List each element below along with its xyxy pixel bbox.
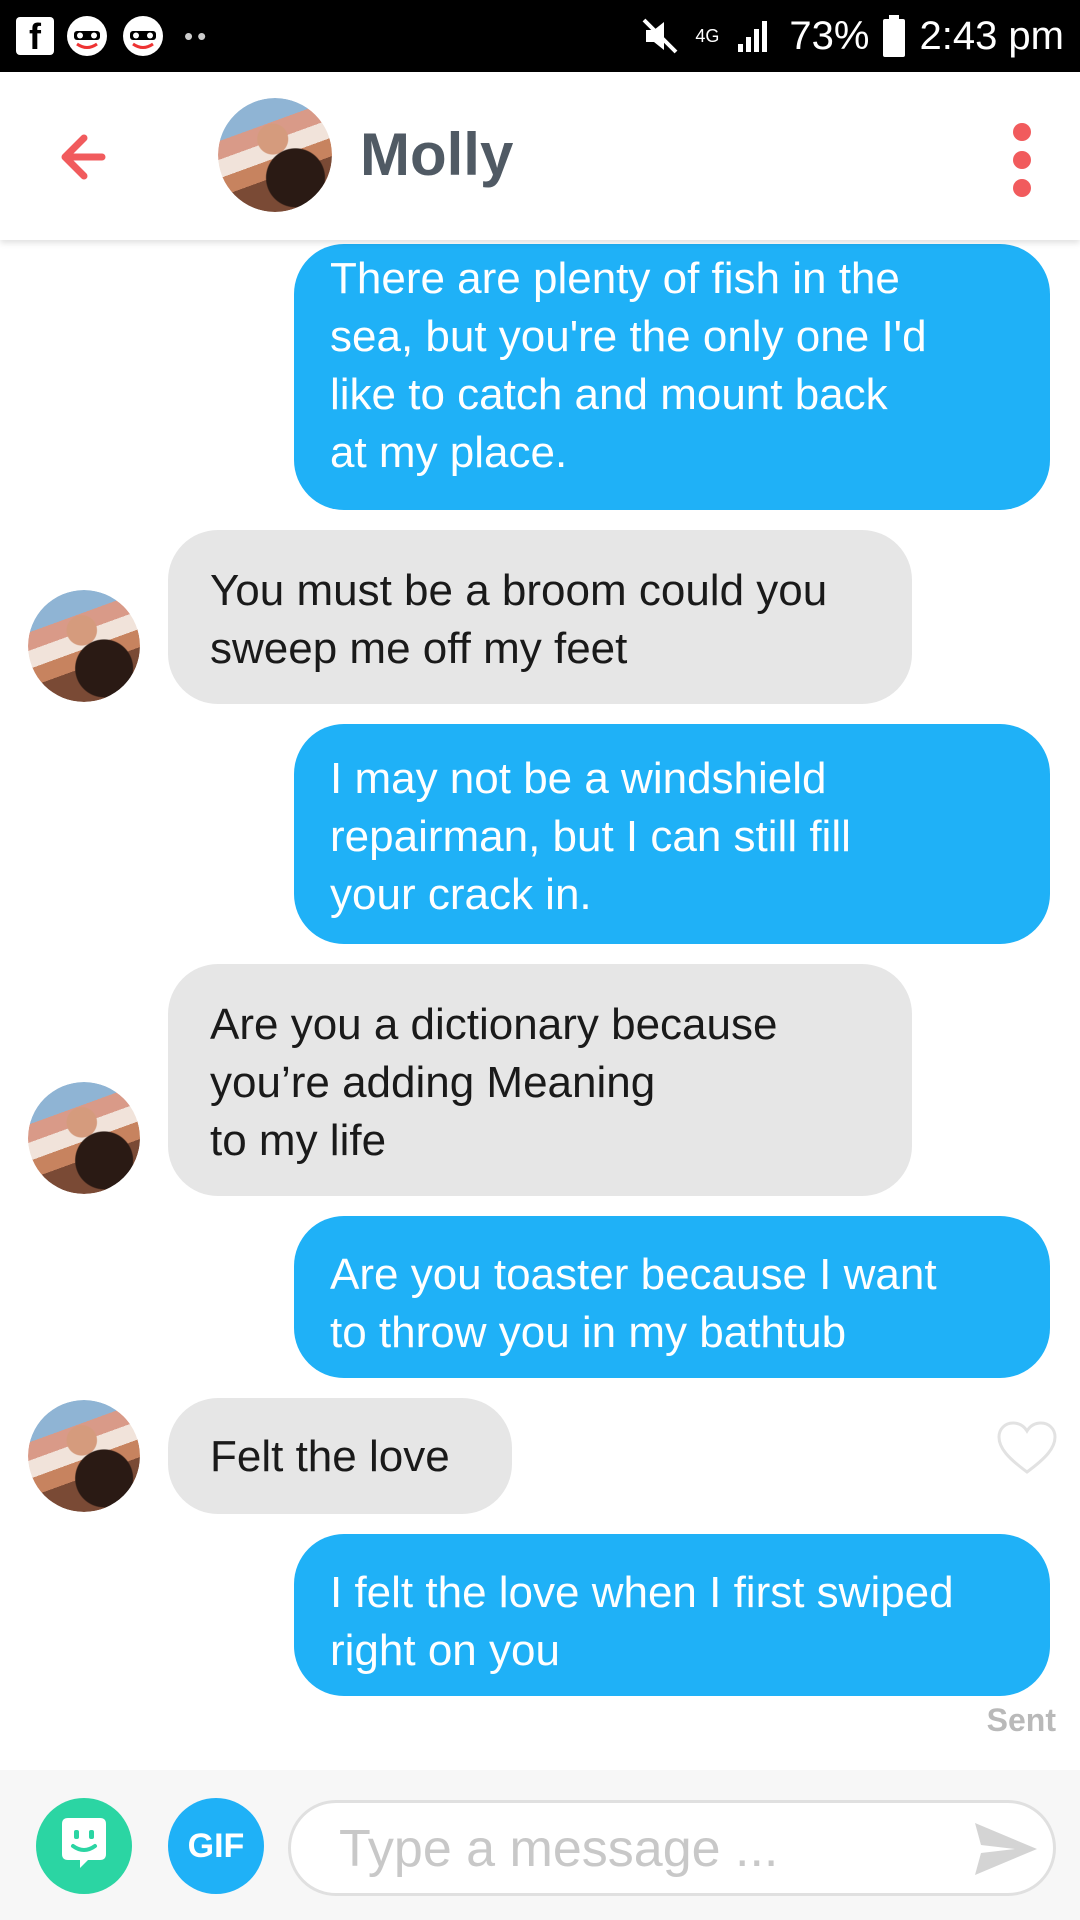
app-icon — [64, 13, 110, 59]
status-bar: f •• 4G 73% 2:43 pm — [0, 0, 1080, 72]
mute-icon — [637, 13, 683, 59]
app-icon — [120, 13, 166, 59]
clock: 2:43 pm — [919, 13, 1064, 58]
outgoing-message[interactable]: Are you toaster because I want to throw … — [294, 1216, 1050, 1378]
message-composer: GIF — [0, 1770, 1080, 1920]
match-name[interactable]: Molly — [360, 120, 513, 189]
incoming-message[interactable]: Are you a dictionary because you’re addi… — [168, 964, 912, 1196]
heart-icon[interactable] — [996, 1420, 1058, 1476]
message-text: There are plenty of fish in the sea, but… — [330, 254, 927, 477]
message-text: Felt the love — [210, 1432, 450, 1481]
arrow-left-icon[interactable] — [52, 122, 122, 192]
battery-icon — [881, 13, 907, 59]
more-dots-icon: •• — [184, 20, 211, 51]
facebook-icon: f — [16, 17, 54, 55]
chat-screen: f •• 4G 73% 2:43 pm Molly There are plen… — [0, 0, 1080, 1920]
sticker-icon — [54, 1814, 114, 1879]
outgoing-message[interactable]: I may not be a windshield repairman, but… — [294, 724, 1050, 944]
battery-percent: 73% — [789, 13, 870, 58]
outgoing-message[interactable]: There are plenty of fish in the sea, but… — [294, 244, 1050, 510]
message-text: Are you toaster because I want to throw … — [330, 1250, 937, 1357]
message-text: You must be a broom could you sweep me o… — [210, 566, 828, 673]
incoming-message[interactable]: Felt the love — [168, 1398, 512, 1514]
message-text: I felt the love when I first swiped righ… — [330, 1568, 954, 1675]
signal-icon — [731, 13, 777, 59]
avatar[interactable] — [28, 590, 140, 702]
avatar[interactable] — [28, 1082, 140, 1194]
message-input[interactable] — [339, 1817, 919, 1881]
message-text: Are you a dictionary because you’re addi… — [210, 1000, 778, 1165]
sent-status: Sent — [986, 1702, 1056, 1738]
sticker-button[interactable] — [36, 1798, 132, 1894]
avatar[interactable] — [28, 1400, 140, 1512]
more-vertical-icon[interactable] — [1004, 120, 1040, 200]
gif-button[interactable]: GIF — [168, 1798, 264, 1894]
incoming-message[interactable]: You must be a broom could you sweep me o… — [168, 530, 912, 704]
message-input-container — [288, 1800, 1056, 1896]
network-type: 4G — [695, 26, 720, 46]
message-text: I may not be a windshield repairman, but… — [330, 754, 851, 919]
send-icon[interactable] — [971, 1817, 1041, 1881]
chat-header: Molly — [0, 72, 1080, 240]
avatar[interactable] — [218, 98, 332, 212]
outgoing-message[interactable]: I felt the love when I first swiped righ… — [294, 1534, 1050, 1696]
